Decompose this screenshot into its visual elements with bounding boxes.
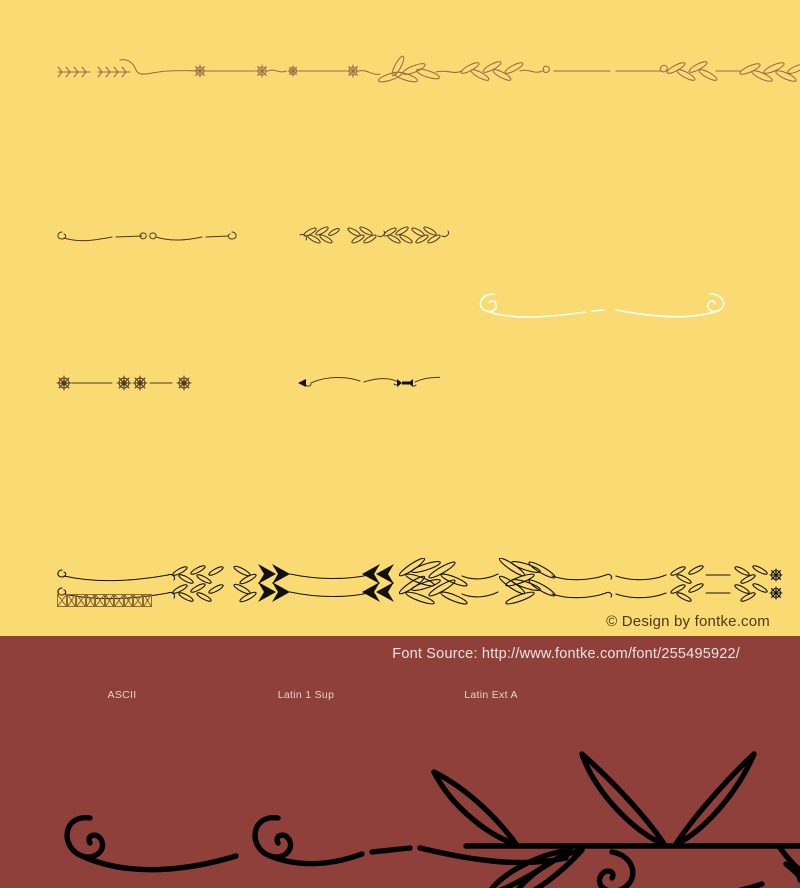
tofu-box xyxy=(76,594,86,607)
unicode-block-label-ascii: ASCII xyxy=(107,689,137,701)
unicode-block-label-latin1sup: Latin 1 Sup xyxy=(277,689,335,701)
font-specimen-page: © Design by fontke.com Font Source: http… xyxy=(0,0,800,888)
design-credit: © Design by fontke.com xyxy=(606,613,770,630)
tofu-box xyxy=(133,594,143,607)
tofu-box xyxy=(95,594,105,607)
tofu-box xyxy=(85,594,95,607)
specimen-row-ornaments-3 xyxy=(50,368,440,398)
tofu-box xyxy=(142,594,152,607)
font-source-label[interactable]: Font Source: http://www.fontke.com/font/… xyxy=(392,646,740,662)
tofu-box xyxy=(123,594,133,607)
specimen-row-ornaments-2 xyxy=(50,218,470,252)
specimen-row-ornaments-1 xyxy=(50,50,800,90)
specimen-row-ornament-white xyxy=(470,284,750,326)
specimen-row-ornaments-4 xyxy=(50,558,800,608)
tofu-boxes xyxy=(57,594,152,607)
tofu-box xyxy=(104,594,114,607)
tofu-box xyxy=(57,594,67,607)
bottom-laurel-swash-ornament xyxy=(0,718,800,888)
tofu-box xyxy=(114,594,124,607)
unicode-block-label-latinexta: Latin Ext A xyxy=(464,689,518,701)
tofu-box xyxy=(66,594,76,607)
